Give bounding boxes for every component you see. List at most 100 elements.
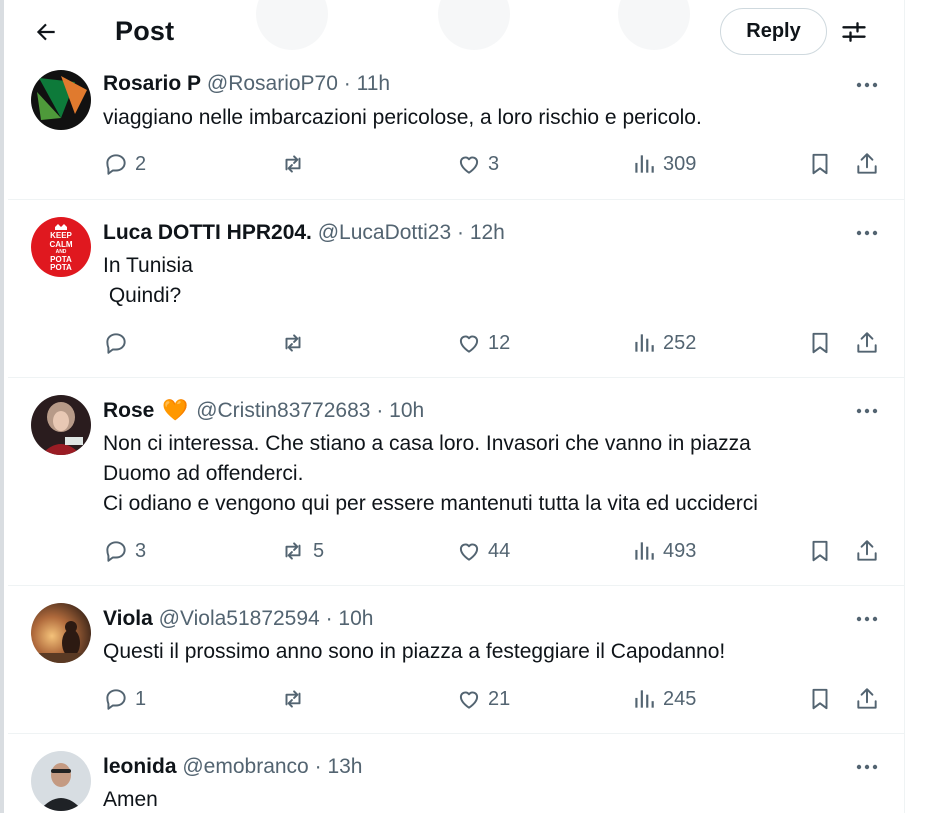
post-text-line: Duomo ad offenderci. bbox=[103, 462, 304, 485]
more-options-button[interactable] bbox=[852, 752, 882, 782]
user-handle[interactable]: @Viola51872594 bbox=[159, 607, 320, 630]
like-count: 12 bbox=[488, 331, 511, 354]
share-icon bbox=[857, 688, 877, 709]
share-button[interactable] bbox=[854, 538, 880, 564]
ellipsis-icon bbox=[856, 764, 878, 770]
retweet-count: 5 bbox=[313, 539, 325, 562]
views-action[interactable]: 493 bbox=[631, 538, 696, 564]
user-handle[interactable]: @LucaDotti23 bbox=[318, 221, 451, 244]
reply-count: 1 bbox=[135, 687, 147, 710]
like-count: 3 bbox=[488, 152, 500, 175]
right-column-border bbox=[904, 0, 905, 813]
like-action[interactable]: 44 bbox=[456, 538, 510, 564]
faded-background-shape bbox=[618, 0, 690, 50]
post-text: Questi il prossimo anno sono in piazza a… bbox=[103, 640, 726, 663]
share-icon bbox=[857, 153, 877, 174]
reply-action[interactable]: 2 bbox=[103, 151, 146, 177]
share-button[interactable] bbox=[854, 686, 880, 712]
ellipsis-icon bbox=[856, 616, 878, 622]
heart-icon bbox=[459, 335, 479, 353]
like-count: 21 bbox=[488, 687, 511, 710]
reply-action[interactable]: 1 bbox=[103, 686, 146, 712]
like-action[interactable]: 3 bbox=[456, 151, 499, 177]
avatar[interactable]: KEEP CALM AND POTA POTA bbox=[31, 217, 91, 277]
retweet-action[interactable]: 5 bbox=[279, 538, 324, 564]
avatar[interactable] bbox=[31, 751, 91, 811]
more-options-button[interactable] bbox=[852, 396, 882, 426]
post-text-line: Ci odiano e vengono qui per essere mante… bbox=[103, 492, 758, 515]
retweet-action[interactable] bbox=[279, 151, 313, 177]
bookmark-button[interactable] bbox=[807, 151, 833, 177]
comment-icon bbox=[106, 333, 126, 354]
reply-action[interactable] bbox=[103, 330, 135, 356]
like-action[interactable]: 21 bbox=[456, 686, 510, 712]
user-handle[interactable]: @RosarioP70 bbox=[207, 72, 338, 95]
avatar[interactable] bbox=[31, 603, 91, 663]
post-text-line: Non ci interessa. Che stiano a casa loro… bbox=[103, 432, 751, 455]
views-action[interactable]: 252 bbox=[631, 330, 696, 356]
display-name[interactable]: Viola bbox=[103, 607, 153, 630]
timestamp[interactable]: 11h bbox=[357, 72, 390, 95]
separator-dot: · bbox=[314, 755, 322, 778]
ellipsis-icon bbox=[856, 230, 878, 236]
timestamp[interactable]: 12h bbox=[470, 221, 505, 244]
retweet-icon bbox=[285, 155, 301, 173]
retweet-icon bbox=[285, 334, 301, 352]
views-action[interactable]: 245 bbox=[631, 686, 696, 712]
bookmark-button[interactable] bbox=[807, 538, 833, 564]
comment-icon bbox=[106, 541, 126, 562]
post-header: Rose 🧡 @Cristin83772683 · 10h bbox=[103, 399, 424, 423]
retweet-action[interactable] bbox=[279, 330, 313, 356]
avatar-calm-text: CALM bbox=[49, 240, 72, 249]
reply-post[interactable]: Rose 🧡 @Cristin83772683 · 10h Non ci int… bbox=[8, 378, 904, 586]
display-name[interactable]: Rose bbox=[103, 399, 154, 422]
retweet-action[interactable] bbox=[279, 686, 313, 712]
avatar[interactable] bbox=[31, 70, 91, 130]
reply-post[interactable]: Viola @Viola51872594 · 10h Questi il pro… bbox=[8, 586, 904, 734]
faded-background-shape bbox=[438, 0, 510, 50]
reply-button[interactable]: Reply bbox=[720, 8, 827, 55]
reply-post[interactable]: Rosario P @RosarioP70 · 11h viaggiano ne… bbox=[8, 64, 904, 200]
display-name[interactable]: Luca DOTTI HPR204. bbox=[103, 221, 312, 244]
separator-dot: · bbox=[376, 399, 384, 422]
top-bar: Post Reply bbox=[4, 0, 904, 64]
heart-icon bbox=[459, 691, 479, 709]
orange-heart-icon: 🧡 bbox=[162, 399, 189, 422]
retweet-icon bbox=[285, 542, 301, 560]
views-action[interactable]: 309 bbox=[631, 151, 696, 177]
avatar-keep-text: KEEP bbox=[50, 231, 72, 240]
filter-settings-button[interactable] bbox=[836, 14, 872, 50]
retweet-icon bbox=[285, 690, 301, 708]
post-text-line: In Tunisia bbox=[103, 254, 193, 277]
reply-post[interactable]: KEEP CALM AND POTA POTA Luca DOTTI HPR20… bbox=[8, 200, 904, 378]
share-button[interactable] bbox=[854, 330, 880, 356]
user-handle[interactable]: @emobranco bbox=[182, 755, 308, 778]
sliders-icon bbox=[842, 22, 866, 42]
share-icon bbox=[857, 540, 877, 561]
bar-chart-icon bbox=[635, 542, 654, 560]
arrow-left-icon bbox=[36, 23, 55, 41]
avatar[interactable] bbox=[31, 395, 91, 455]
bookmark-button[interactable] bbox=[807, 330, 833, 356]
separator-dot: · bbox=[343, 72, 351, 95]
more-options-button[interactable] bbox=[852, 604, 882, 634]
more-options-button[interactable] bbox=[852, 70, 882, 100]
like-action[interactable]: 12 bbox=[456, 330, 510, 356]
display-name[interactable]: leonida bbox=[103, 755, 177, 778]
display-name[interactable]: Rosario P bbox=[103, 72, 201, 95]
share-button[interactable] bbox=[854, 151, 880, 177]
timestamp[interactable]: 10h bbox=[389, 399, 424, 422]
bookmark-button[interactable] bbox=[807, 686, 833, 712]
post-header: leonida @emobranco · 13h bbox=[103, 755, 362, 779]
back-button[interactable] bbox=[28, 14, 64, 50]
timestamp[interactable]: 13h bbox=[327, 755, 362, 778]
comment-icon bbox=[106, 154, 126, 175]
post-header: Viola @Viola51872594 · 10h bbox=[103, 607, 373, 631]
more-options-button[interactable] bbox=[852, 218, 882, 248]
timestamp[interactable]: 10h bbox=[338, 607, 373, 630]
user-handle[interactable]: @Cristin83772683 bbox=[196, 399, 370, 422]
view-count: 245 bbox=[663, 687, 697, 710]
reply-post[interactable]: leonida @emobranco · 13h Amen bbox=[8, 734, 904, 813]
bar-chart-icon bbox=[635, 334, 654, 352]
reply-action[interactable]: 3 bbox=[103, 538, 146, 564]
